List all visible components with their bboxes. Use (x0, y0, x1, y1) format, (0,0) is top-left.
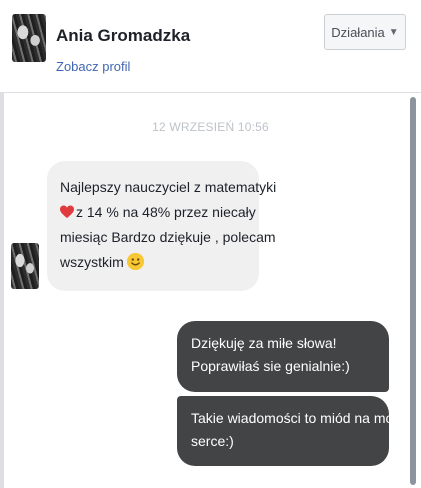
view-profile-link[interactable]: Zobacz profil (56, 59, 130, 74)
divider (0, 93, 4, 488)
message-line: Poprawiłaś sie genialnie:) (191, 358, 350, 374)
outgoing-message-bubble: Takie wiadomości to miód na moje serce:) (177, 396, 405, 466)
message-line: Dziękuję za miłe słowa! (191, 335, 337, 351)
incoming-message-bubble: Najlepszy nauczyciel z matematyki z 14 %… (47, 161, 277, 291)
contact-name[interactable]: Ania Gromadzka (56, 26, 190, 46)
message-line: serce:) (191, 433, 234, 449)
avatar[interactable] (12, 14, 46, 62)
message-text: wszystkim (60, 254, 124, 270)
chat-header: Ania Gromadzka Zobacz profil Działania ▼ (0, 0, 421, 93)
message-line-with-heart: z 14 % na 48% przez niecały (60, 200, 256, 225)
message-line-with-smiley: wszystkim (60, 250, 247, 275)
smiley-emoji-icon (126, 253, 144, 270)
scrollbar-thumb[interactable] (410, 97, 416, 485)
message-line: Najlepszy nauczyciel z matematyki (60, 179, 277, 195)
message-text: z 14 % na 48% przez niecały (76, 204, 256, 220)
heart-emoji-icon (60, 205, 74, 219)
message-timestamp: 12 WRZESIEŃ 10:56 (152, 120, 269, 134)
chevron-down-icon: ▼ (388, 26, 399, 38)
message-line: miesiąc Bardzo dziękuje , polecam (60, 229, 276, 245)
message-line: Takie wiadomości to miód na moje (191, 410, 405, 426)
sender-avatar[interactable] (11, 243, 39, 289)
actions-dropdown-button[interactable]: Działania ▼ (324, 14, 406, 50)
actions-label: Działania (331, 24, 385, 40)
outgoing-message-bubble: Dziękuję za miłe słowa! Poprawiłaś sie g… (177, 321, 389, 392)
